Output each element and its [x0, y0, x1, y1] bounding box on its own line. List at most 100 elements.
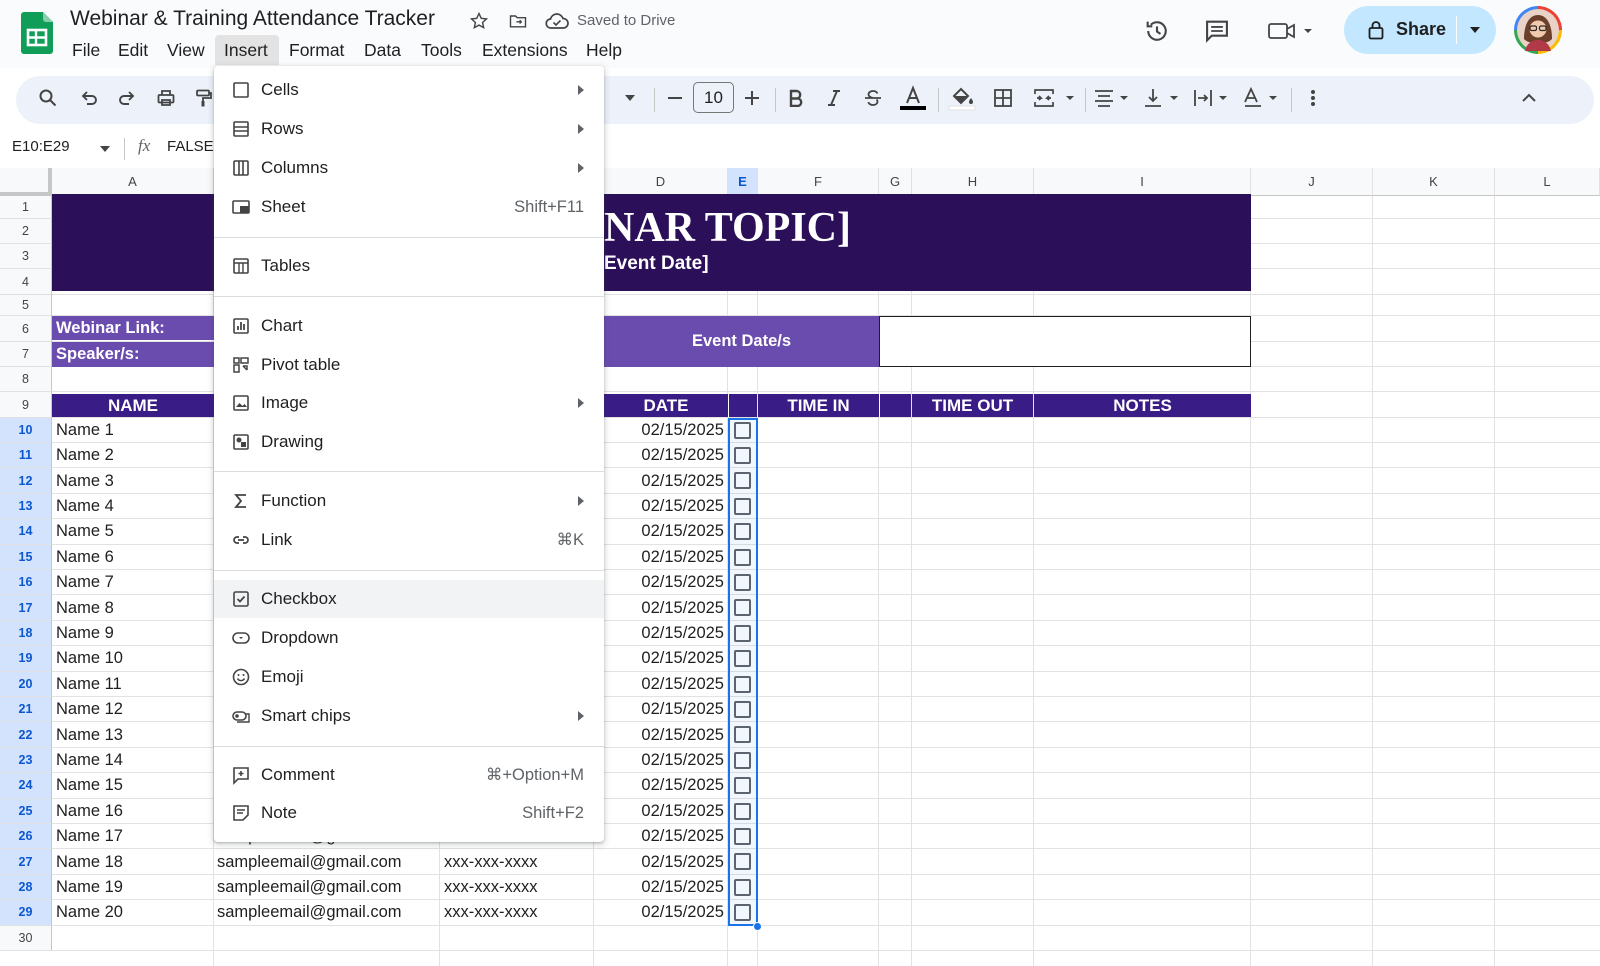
column-header-i[interactable]: I — [1034, 168, 1251, 196]
meet-icon[interactable] — [1264, 14, 1318, 48]
column-header-d[interactable]: D — [594, 168, 728, 196]
row-header-26[interactable]: 26 — [0, 824, 52, 850]
date-cell[interactable]: 02/15/2025 — [598, 697, 724, 722]
date-cell[interactable]: 02/15/2025 — [598, 900, 724, 925]
search-menus-icon[interactable] — [36, 86, 60, 110]
column-header-a[interactable]: A — [52, 168, 214, 196]
strikethrough-icon[interactable] — [861, 86, 885, 110]
menu-extensions[interactable]: Extensions — [482, 40, 568, 61]
column-header-j[interactable]: J — [1251, 168, 1373, 196]
row-header-27[interactable]: 27 — [0, 849, 52, 875]
date-cell[interactable]: 02/15/2025 — [598, 646, 724, 671]
row-header-19[interactable]: 19 — [0, 646, 52, 672]
row-header-21[interactable]: 21 — [0, 697, 52, 723]
menu-item-link[interactable]: Link ⌘K — [214, 521, 604, 559]
date-cell[interactable]: 02/15/2025 — [598, 621, 724, 646]
name-cell[interactable]: Name 8 — [56, 595, 212, 620]
name-cell[interactable]: Name 9 — [56, 621, 212, 646]
menu-item-rows[interactable]: Rows — [214, 110, 604, 148]
name-cell[interactable]: Name 12 — [56, 697, 212, 722]
row-header-8[interactable]: 8 — [0, 367, 52, 392]
phone-cell[interactable]: xxx-xxx-xxxx — [444, 849, 592, 874]
document-title[interactable]: Webinar & Training Attendance Tracker — [70, 7, 435, 31]
row-header-7[interactable]: 7 — [0, 342, 52, 367]
date-cell[interactable]: 02/15/2025 — [598, 824, 724, 849]
name-cell[interactable]: Name 4 — [56, 494, 212, 519]
formula-input[interactable]: FALSE — [167, 138, 214, 155]
date-cell[interactable]: 02/15/2025 — [598, 468, 724, 493]
column-header-k[interactable]: K — [1373, 168, 1495, 196]
comment-icon[interactable] — [1200, 14, 1234, 48]
sheets-logo-icon[interactable] — [18, 10, 56, 56]
text-color-icon[interactable] — [899, 84, 927, 112]
name-box[interactable]: E10:E29 — [12, 138, 70, 155]
italic-icon[interactable] — [822, 86, 846, 110]
date-cell[interactable]: 02/15/2025 — [598, 418, 724, 443]
more-options-icon[interactable] — [1302, 86, 1324, 110]
name-cell[interactable]: Name 18 — [56, 849, 212, 874]
name-box-dropdown-icon[interactable] — [96, 140, 114, 158]
row-header-4[interactable]: 4 — [0, 269, 52, 295]
share-button[interactable]: Share — [1344, 6, 1496, 54]
menu-item-comment[interactable]: Comment ⌘+Option+M — [214, 756, 604, 794]
name-cell[interactable]: Name 15 — [56, 773, 212, 798]
share-menu-icon[interactable] — [1464, 20, 1486, 40]
menu-item-pivot-table[interactable]: Pivot table — [214, 346, 604, 384]
star-icon[interactable] — [467, 9, 491, 33]
menu-item-tables[interactable]: Tables — [214, 247, 604, 285]
row-header-23[interactable]: 23 — [0, 747, 52, 774]
print-icon[interactable] — [154, 86, 178, 110]
row-header-3[interactable]: 3 — [0, 244, 52, 269]
text-wrapping-icon[interactable] — [1191, 86, 1233, 110]
menu-view[interactable]: View — [167, 40, 205, 61]
redo-icon[interactable] — [115, 86, 139, 110]
date-cell[interactable]: 02/15/2025 — [598, 570, 724, 595]
name-cell[interactable]: Name 3 — [56, 468, 212, 493]
name-cell[interactable]: Name 1 — [56, 418, 212, 443]
menu-edit[interactable]: Edit — [118, 40, 148, 61]
name-cell[interactable]: Name 20 — [56, 900, 212, 925]
menu-item-cells[interactable]: Cells — [214, 71, 604, 109]
history-icon[interactable] — [1140, 14, 1174, 48]
avatar[interactable] — [1514, 6, 1562, 54]
name-cell[interactable]: Name 6 — [56, 545, 212, 570]
cloud-saved-icon[interactable] — [543, 9, 571, 33]
date-cell[interactable]: 02/15/2025 — [598, 595, 724, 620]
name-cell[interactable]: Name 14 — [56, 748, 212, 773]
name-cell[interactable]: Name 17 — [56, 824, 212, 849]
menu-format[interactable]: Format — [289, 40, 344, 61]
date-cell[interactable]: 02/15/2025 — [598, 672, 724, 697]
row-header-15[interactable]: 15 — [0, 544, 52, 570]
row-header-18[interactable]: 18 — [0, 620, 52, 647]
menu-help[interactable]: Help — [586, 40, 622, 61]
date-cell[interactable]: 02/15/2025 — [598, 519, 724, 544]
collapse-toolbar-icon[interactable] — [1517, 86, 1541, 110]
date-cell[interactable]: 02/15/2025 — [598, 545, 724, 570]
horizontal-align-icon[interactable] — [1092, 86, 1134, 110]
column-header-h[interactable]: H — [912, 168, 1034, 196]
row-header-20[interactable]: 20 — [0, 671, 52, 697]
column-header-f[interactable]: F — [758, 168, 879, 196]
select-all-corner[interactable] — [0, 168, 52, 196]
name-cell[interactable]: Name 7 — [56, 570, 212, 595]
date-cell[interactable]: 02/15/2025 — [598, 799, 724, 824]
row-header-1[interactable]: 1 — [0, 196, 52, 219]
name-cell[interactable]: Name 11 — [56, 672, 212, 697]
date-cell[interactable]: 02/15/2025 — [598, 773, 724, 798]
menu-item-drawing[interactable]: Drawing — [214, 423, 604, 461]
menu-item-columns[interactable]: Columns — [214, 149, 604, 187]
row-header-9[interactable]: 9 — [0, 392, 52, 418]
fill-color-icon[interactable] — [948, 84, 976, 112]
row-header-25[interactable]: 25 — [0, 798, 52, 824]
row-header-11[interactable]: 11 — [0, 443, 52, 469]
date-cell[interactable]: 02/15/2025 — [598, 443, 724, 468]
selection-range[interactable] — [728, 418, 758, 926]
event-date-input[interactable] — [879, 316, 1251, 367]
date-cell[interactable]: 02/15/2025 — [598, 494, 724, 519]
column-header-l[interactable]: L — [1495, 168, 1600, 196]
email-cell[interactable]: sampleemail@gmail.com — [217, 875, 437, 900]
menu-item-note[interactable]: Note Shift+F2 — [214, 794, 604, 832]
row-header-16[interactable]: 16 — [0, 570, 52, 596]
row-header-29[interactable]: 29 — [0, 900, 52, 926]
row-header-5[interactable]: 5 — [0, 295, 52, 316]
